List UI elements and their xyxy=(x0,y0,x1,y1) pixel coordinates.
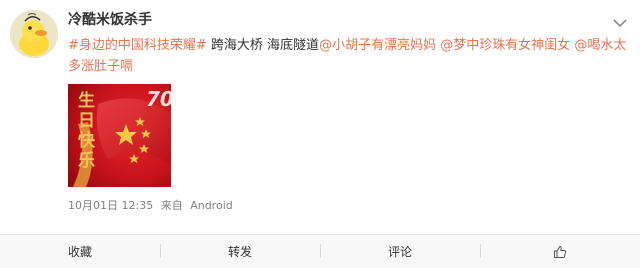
topic-link[interactable]: #身边的中国科技荣耀# xyxy=(68,38,207,53)
like-button[interactable] xyxy=(480,235,640,268)
chevron-down-icon xyxy=(613,19,627,28)
timestamp[interactable]: 10月01日 12:35 xyxy=(68,199,153,212)
avatar[interactable] xyxy=(10,10,58,58)
post-image[interactable]: 70 生 日 快 乐 xyxy=(68,84,171,187)
body-text: 跨海大桥 海底隧道 xyxy=(206,38,320,53)
birthday-flag-image: 70 生 日 快 乐 xyxy=(68,84,171,187)
source-name[interactable]: Android xyxy=(190,199,233,212)
greeting-char: 乐 xyxy=(78,151,95,171)
greeting-char: 快 xyxy=(78,130,96,151)
mention-link[interactable]: @梦中珍珠有女神闺女 xyxy=(440,38,570,53)
duck-avatar-icon xyxy=(10,10,58,58)
mention-link[interactable]: @小胡子有漂亮妈妈 xyxy=(319,38,436,53)
weibo-post-card: 冷酷米饭杀手 #身边的中国科技荣耀# 跨海大桥 海底隧道@小胡子有漂亮妈妈 @梦… xyxy=(0,0,640,268)
favorite-label: 收藏 xyxy=(67,245,92,259)
post-menu-button[interactable] xyxy=(612,14,628,28)
badge-70-text: 70 xyxy=(146,87,171,111)
comment-label: 评论 xyxy=(387,245,412,259)
source-prefix: 来自 xyxy=(160,199,183,212)
comment-button[interactable]: 评论 xyxy=(320,235,480,268)
favorite-button[interactable]: 收藏 xyxy=(0,235,160,268)
action-bar: 收藏 转发 评论 xyxy=(0,235,640,268)
username[interactable]: 冷酷米饭杀手 xyxy=(68,11,152,29)
greeting-char: 日 xyxy=(78,111,95,131)
greeting-char: 生 xyxy=(78,90,95,111)
thumbs-up-icon xyxy=(554,245,567,258)
post-meta: 10月01日 12:35 来自 Android xyxy=(68,199,237,213)
repost-button[interactable]: 转发 xyxy=(160,235,320,268)
post-text: #身边的中国科技荣耀# 跨海大桥 海底隧道@小胡子有漂亮妈妈 @梦中珍珠有女神闺… xyxy=(68,35,630,77)
repost-label: 转发 xyxy=(227,245,252,259)
